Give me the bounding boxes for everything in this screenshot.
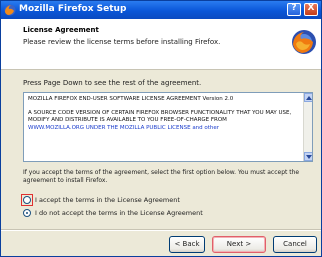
firefox-app-icon [4,4,16,16]
cancel-button[interactable]: Cancel [273,236,317,253]
license-paragraph: A SOURCE CODE VERSION OF CERTAIN FIREFOX… [28,110,292,124]
setup-window: Mozilla Firefox Setup ? X License Agreem… [0,0,322,257]
next-button[interactable]: Next > [212,236,266,253]
arrow-up-icon [306,96,312,100]
accept-label[interactable]: I accept the terms in the License Agreem… [35,196,180,204]
title-bar: Mozilla Firefox Setup ? X [1,1,321,19]
wizard-header: License Agreement Please review the lice… [1,19,321,70]
license-text: MOZILLA FIREFOX END-USER SOFTWARE LICENS… [28,96,304,132]
arrow-down-icon [306,155,312,159]
window-title: Mozilla Firefox Setup [19,4,127,14]
scroll-up-button[interactable] [304,93,312,102]
close-button[interactable]: X [304,3,318,16]
scroll-down-button[interactable] [304,152,312,161]
decline-radio[interactable] [23,209,31,217]
license-link-line: WWW.MOZILLA.ORG UNDER THE MOZILLA PUBLIC… [28,124,220,131]
help-button[interactable]: ? [287,3,301,16]
accept-instruction: If you accept the terms of the agreement… [23,169,300,184]
footer-divider [1,229,321,231]
license-scrollbar[interactable] [303,93,312,161]
license-paragraph: MOZILLA FIREFOX END-USER SOFTWARE LICENS… [28,96,234,102]
close-icon: X [307,3,315,13]
help-icon: ? [291,3,297,13]
header-subtitle: Please review the license terms before i… [23,38,221,46]
decline-label[interactable]: I do not accept the terms in the License… [35,209,203,217]
back-button[interactable]: < Back [169,236,205,253]
license-text-box[interactable]: MOZILLA FIREFOX END-USER SOFTWARE LICENS… [23,92,313,162]
firefox-logo-icon [292,30,316,54]
header-title: License Agreement [23,26,99,34]
accept-radio[interactable] [23,196,31,204]
license-instruction: Press Page Down to see the rest of the a… [23,79,202,87]
